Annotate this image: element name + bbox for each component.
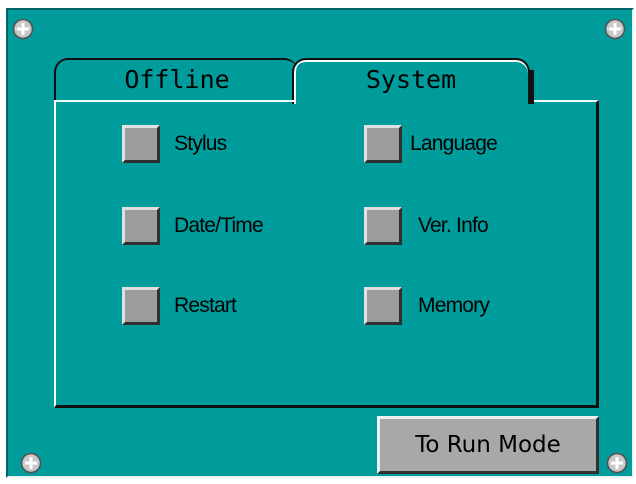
option-date-time[interactable]: Date/Time: [122, 205, 264, 247]
tab-offline[interactable]: Offline: [54, 58, 298, 102]
option-memory[interactable]: Memory: [364, 285, 490, 327]
date-time-button[interactable]: [122, 207, 160, 245]
language-label: Language: [410, 132, 498, 155]
screw-icon: [604, 18, 626, 40]
memory-button[interactable]: [364, 287, 402, 325]
screw-icon: [12, 18, 34, 40]
screw-icon: [20, 452, 42, 474]
panel-divider: [56, 100, 294, 102]
ver-info-button[interactable]: [364, 207, 402, 245]
to-run-mode-button[interactable]: To Run Mode: [377, 416, 599, 474]
restart-label: Restart: [174, 294, 237, 317]
option-language[interactable]: Language: [364, 123, 498, 165]
option-ver-info[interactable]: Ver. Info: [364, 205, 489, 247]
tab-system[interactable]: System: [292, 58, 534, 104]
option-stylus[interactable]: Stylus: [122, 123, 227, 165]
date-time-label: Date/Time: [174, 214, 264, 237]
language-button[interactable]: [364, 125, 402, 163]
restart-button[interactable]: [122, 287, 160, 325]
stylus-button[interactable]: [122, 125, 160, 163]
memory-label: Memory: [418, 294, 490, 317]
stylus-label: Stylus: [174, 132, 227, 155]
option-restart[interactable]: Restart: [122, 285, 237, 327]
screw-icon: [606, 452, 628, 474]
ver-info-label: Ver. Info: [418, 214, 489, 237]
